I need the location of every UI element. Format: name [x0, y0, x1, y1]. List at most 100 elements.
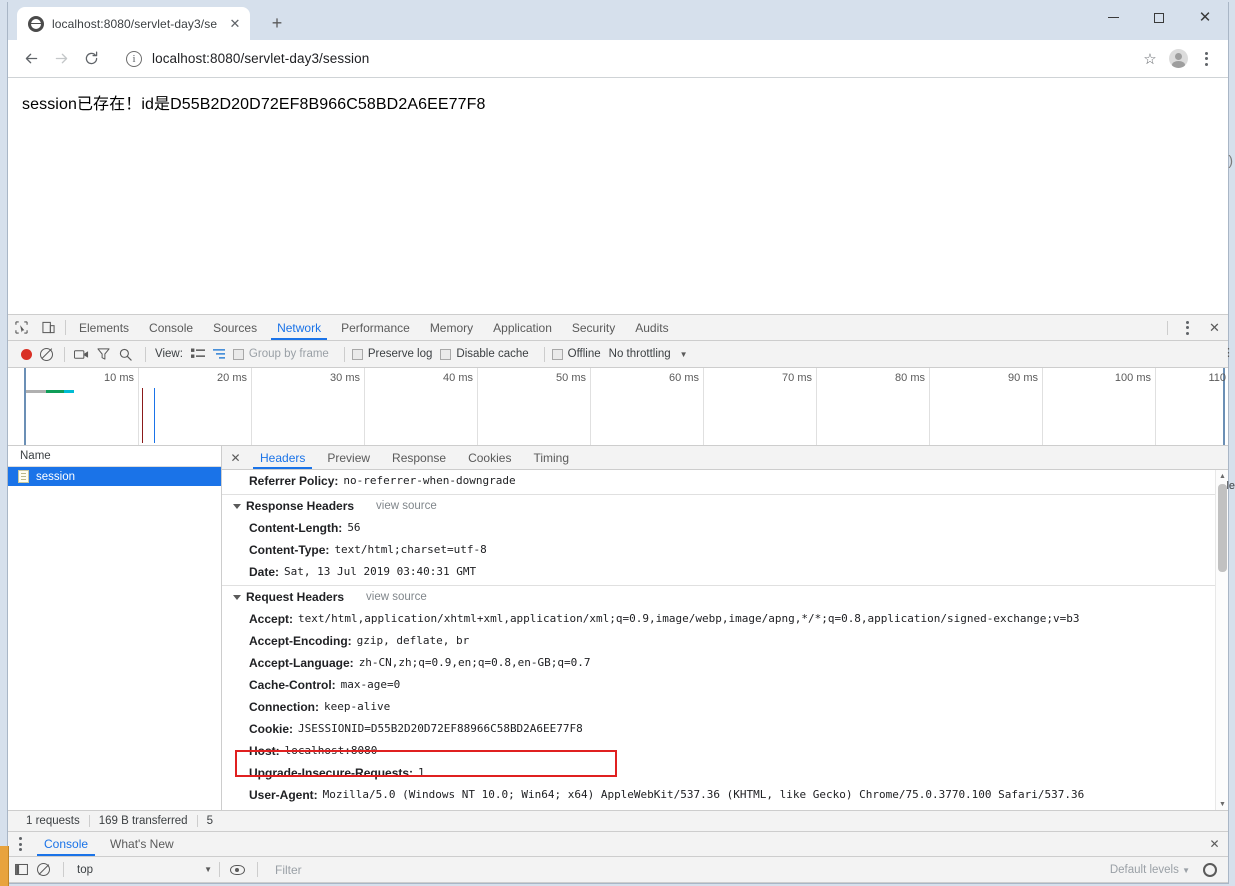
- devtools-tabbar-right: ✕: [1161, 315, 1228, 340]
- overview-gridline: [1155, 368, 1156, 445]
- live-expression-eye-icon[interactable]: [227, 860, 247, 879]
- record-button-icon[interactable]: [21, 348, 32, 360]
- group-by-frame-checkbox[interactable]: Group by frame: [232, 348, 329, 360]
- triangle-down-icon[interactable]: [233, 503, 241, 509]
- overview-tick-label: 80 ms: [895, 372, 925, 384]
- detail-tab-timing[interactable]: Timing: [522, 446, 580, 469]
- header-value: text/html,application/xhtml+xml,applicat…: [298, 612, 1080, 625]
- request-headers-section[interactable]: Request Headers view source: [222, 585, 1228, 608]
- overview-tick-label: 60 ms: [669, 372, 699, 384]
- devtools-tab-console[interactable]: Console: [139, 315, 203, 340]
- bookmark-star-icon[interactable]: ☆: [1136, 45, 1164, 73]
- devtools-tab-network[interactable]: Network: [267, 315, 331, 340]
- device-toolbar-icon[interactable]: [35, 315, 62, 340]
- waterfall-segment-stalled: [26, 390, 46, 393]
- site-info-icon[interactable]: i: [126, 50, 142, 67]
- console-settings-gear-icon[interactable]: [1203, 862, 1217, 877]
- devtools-tab-application[interactable]: Application: [483, 315, 562, 340]
- header-value: JSESSIONID=D55B2D20D72EF88966C58BD2A6EE7…: [298, 722, 583, 735]
- log-levels-select[interactable]: Default levels ▼: [1110, 864, 1190, 876]
- address-bar[interactable]: i localhost:8080/servlet-day3/session: [116, 44, 1130, 73]
- capture-screenshots-icon[interactable]: [72, 345, 91, 364]
- header-row-accept-encoding: Accept-Encoding: gzip, deflate, br: [222, 630, 1228, 652]
- waterfall-segment-receiving: [64, 390, 74, 393]
- console-clear-icon[interactable]: [37, 863, 50, 876]
- view-source-link[interactable]: view source: [366, 591, 427, 603]
- headers-content: Referrer Policy: no-referrer-when-downgr…: [222, 470, 1228, 810]
- drawer-close-icon[interactable]: ✕: [1201, 832, 1228, 856]
- browser-tab[interactable]: localhost:8080/servlet-day3/se ✕: [17, 7, 250, 40]
- divider: [64, 346, 65, 362]
- browser-toolbar: i localhost:8080/servlet-day3/session ☆: [8, 40, 1228, 78]
- log-levels-value: Default levels: [1109, 863, 1179, 876]
- new-tab-button[interactable]: +: [263, 9, 291, 37]
- overview-tick-label: 100 ms: [1114, 372, 1151, 384]
- taskbar-edge-stub: [0, 846, 9, 886]
- response-headers-section[interactable]: Response Headers view source: [222, 494, 1228, 517]
- devtools-more-kebab-icon[interactable]: [1174, 320, 1201, 335]
- maximize-button[interactable]: [1136, 2, 1182, 33]
- disable-cache-checkbox[interactable]: Disable cache: [440, 348, 529, 360]
- devtools-tab-memory[interactable]: Memory: [420, 315, 483, 340]
- inspect-element-icon[interactable]: [8, 315, 35, 340]
- detail-close-icon[interactable]: ✕: [222, 446, 249, 469]
- back-button-icon[interactable]: [16, 44, 46, 74]
- profile-avatar-icon[interactable]: [1164, 45, 1192, 73]
- table-row[interactable]: session: [8, 467, 221, 486]
- drawer-tab-console[interactable]: Console: [33, 832, 99, 856]
- tab-close-icon[interactable]: ✕: [226, 15, 244, 33]
- clear-button-icon[interactable]: [40, 347, 53, 361]
- detail-tab-cookies[interactable]: Cookies: [457, 446, 522, 469]
- header-row-accept-language: Accept-Language: zh-CN,zh;q=0.9,en;q=0.8…: [222, 652, 1228, 674]
- overview-gridline: [703, 368, 704, 445]
- header-value: text/html;charset=utf-8: [334, 543, 487, 556]
- chevron-down-icon[interactable]: ▼: [680, 350, 688, 359]
- devtools-close-icon[interactable]: ✕: [1201, 320, 1228, 336]
- throttling-select[interactable]: No throttling: [609, 348, 671, 360]
- offline-checkbox[interactable]: Offline: [551, 348, 601, 360]
- request-list-column-header[interactable]: Name: [8, 446, 221, 467]
- checkbox-box: [440, 348, 452, 360]
- devtools-tab-security[interactable]: Security: [562, 315, 625, 340]
- execution-context-select[interactable]: top ▼: [77, 864, 212, 876]
- request-name: session: [36, 470, 75, 483]
- search-icon[interactable]: [116, 345, 135, 364]
- triangle-down-icon[interactable]: [233, 594, 241, 600]
- console-filter-input[interactable]: Filter: [275, 863, 1110, 877]
- view-waterfall-icon[interactable]: [211, 345, 230, 364]
- headers-scrollbar[interactable]: ▲ ▼: [1215, 470, 1228, 810]
- devtools-tab-audits[interactable]: Audits: [625, 315, 678, 340]
- devtools-tabbar: Elements Console Sources Network Perform…: [8, 315, 1228, 341]
- header-name: Host:: [249, 744, 280, 758]
- network-overview-timeline[interactable]: 10 ms 20 ms 30 ms 40 ms 50 ms 60 ms 70 m…: [8, 368, 1228, 446]
- console-sidebar-toggle-icon[interactable]: [12, 860, 31, 879]
- document-icon: [18, 470, 29, 483]
- overview-left-handle[interactable]: [24, 368, 26, 445]
- detail-tab-response[interactable]: Response: [381, 446, 457, 469]
- forward-button-icon[interactable]: [46, 44, 76, 74]
- filter-funnel-icon[interactable]: [94, 345, 113, 364]
- edge-artifact-paren: ): [1228, 152, 1233, 168]
- close-window-button[interactable]: ✕: [1182, 2, 1228, 33]
- detail-tab-headers[interactable]: Headers: [249, 446, 316, 469]
- preserve-log-checkbox[interactable]: Preserve log: [351, 348, 432, 360]
- header-row-host: Host: localhost:8080: [222, 740, 1228, 762]
- drawer-tab-whats-new[interactable]: What's New: [99, 832, 185, 856]
- reload-button-icon[interactable]: [76, 44, 106, 74]
- view-list-icon[interactable]: [189, 345, 208, 364]
- drawer-tabbar: Console What's New ✕: [8, 832, 1228, 857]
- devtools-tab-elements[interactable]: Elements: [69, 315, 139, 340]
- chrome-menu-kebab-icon[interactable]: [1192, 45, 1220, 73]
- header-value: max-age=0: [340, 678, 401, 691]
- detail-tab-preview[interactable]: Preview: [316, 446, 381, 469]
- scroll-down-arrow-icon[interactable]: ▼: [1216, 798, 1228, 810]
- devtools-tab-performance[interactable]: Performance: [331, 315, 420, 340]
- scrollbar-thumb[interactable]: [1218, 484, 1227, 572]
- divider: [343, 346, 345, 362]
- minimize-button[interactable]: [1090, 2, 1136, 33]
- overview-tick-label: 110: [1208, 372, 1226, 384]
- header-name: Accept-Language:: [249, 656, 354, 670]
- devtools-tab-sources[interactable]: Sources: [203, 315, 267, 340]
- drawer-more-kebab-icon[interactable]: [8, 832, 33, 856]
- view-source-link[interactable]: view source: [376, 500, 437, 512]
